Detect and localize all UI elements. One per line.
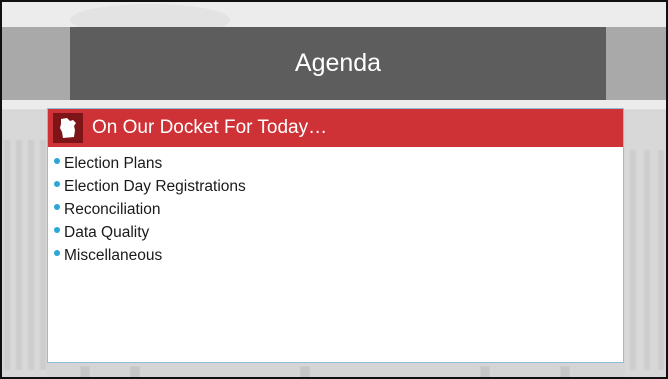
bullet-icon [54,203,60,210]
list-item: Election Plans [54,152,246,175]
section-heading: On Our Docket For Today… [92,117,328,138]
list-item: Data Quality [54,221,246,244]
content-box: On Our Docket For Today… Election Plans … [47,108,624,363]
bullet-icon [54,157,60,164]
agenda-list: Election Plans Election Day Registration… [54,152,246,267]
slide-title: Agenda [294,49,382,77]
list-item-label: Reconciliation [64,200,161,218]
list-item-label: Election Plans [64,154,163,172]
list-item-label: Data Quality [64,223,150,241]
bullet-icon [54,180,60,187]
wisconsin-state-icon [53,113,83,143]
bullet-icon [54,226,60,233]
section-header: On Our Docket For Today… [48,109,623,147]
bullet-icon [54,249,60,256]
list-item-label: Miscellaneous [64,246,163,264]
list-item: Miscellaneous [54,244,246,267]
list-item-label: Election Day Registrations [64,177,246,195]
title-box: Agenda [70,27,606,100]
slide: Agenda On Our Docket For Today… Election… [0,0,668,379]
list-item: Election Day Registrations [54,175,246,198]
list-item: Reconciliation [54,198,246,221]
